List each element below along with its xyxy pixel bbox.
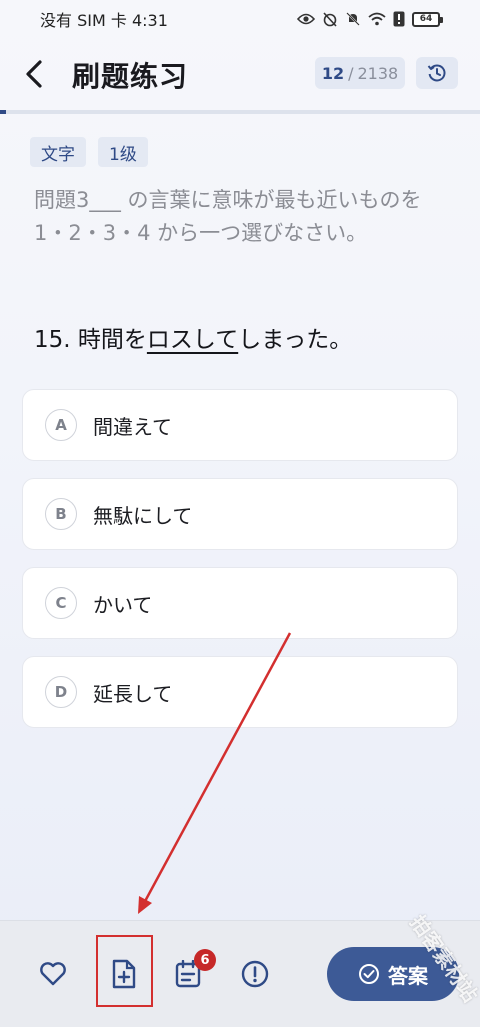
option-text: 延長して bbox=[93, 681, 173, 706]
tag-level: 1级 bbox=[98, 137, 148, 167]
chevron-left-icon bbox=[26, 60, 42, 88]
tag-category: 文字 bbox=[30, 137, 86, 167]
option-b[interactable]: B 無駄にして bbox=[22, 478, 458, 550]
option-letter: D bbox=[45, 676, 77, 708]
question-text: 15. 時間をロスしてしまった。 bbox=[34, 320, 352, 354]
question-underlined: ロスして bbox=[146, 327, 239, 353]
carrier-time: 没有 SIM 卡 4:31 bbox=[40, 11, 168, 30]
option-letter: A bbox=[45, 409, 77, 441]
page-title: 刷题练习 bbox=[72, 60, 189, 93]
answer-label: 答案 bbox=[388, 963, 428, 988]
option-c[interactable]: C かいて bbox=[22, 567, 458, 639]
favorite-button[interactable] bbox=[36, 957, 70, 991]
status-bar: 没有 SIM 卡 4:31 64 bbox=[0, 0, 480, 38]
notes-badge: 6 bbox=[194, 949, 216, 971]
header: 刷题练习 12 / 2138 bbox=[0, 38, 480, 110]
option-d[interactable]: D 延長して bbox=[22, 656, 458, 728]
question-instruction: 問題3___ の言葉に意味が最も近いものを 1・2・3・4 から一つ選びなさい。 bbox=[34, 188, 422, 245]
check-circle-icon bbox=[359, 964, 379, 984]
option-text: かいて bbox=[93, 592, 153, 617]
counter-separator: / bbox=[348, 63, 354, 83]
option-text: 間違えて bbox=[93, 414, 172, 439]
history-icon bbox=[427, 64, 446, 82]
alert-icon bbox=[393, 11, 405, 27]
notes-button[interactable]: 6 bbox=[174, 949, 216, 989]
back-button[interactable] bbox=[18, 56, 50, 92]
exclamation-circle-icon bbox=[241, 960, 269, 988]
bottom-toolbar: 6 答案 拍客素材站 bbox=[0, 911, 480, 1027]
question-tags: 文字 1级 bbox=[30, 137, 148, 167]
annotation-highlight-box bbox=[96, 935, 153, 1007]
history-button[interactable] bbox=[416, 57, 458, 89]
report-button[interactable] bbox=[240, 959, 270, 989]
battery-icon: 64 bbox=[412, 11, 443, 27]
question-prefix: 15. 時間を bbox=[34, 327, 147, 353]
question-suffix: しまった。 bbox=[238, 327, 353, 353]
alarm-off-icon bbox=[322, 11, 338, 27]
question-counter: 12 / 2138 bbox=[315, 57, 405, 89]
option-text: 無駄にして bbox=[93, 503, 193, 528]
wifi-icon bbox=[368, 12, 386, 26]
heart-icon bbox=[40, 962, 66, 986]
progress-divider bbox=[0, 110, 480, 114]
eye-icon bbox=[297, 12, 315, 26]
status-icons: 64 bbox=[297, 11, 443, 27]
current-index: 12 bbox=[321, 63, 345, 83]
total-count: 2138 bbox=[357, 63, 399, 83]
mute-icon bbox=[345, 11, 361, 27]
option-letter: B bbox=[45, 498, 77, 530]
option-a[interactable]: A 間違えて bbox=[22, 389, 458, 461]
option-letter: C bbox=[45, 587, 77, 619]
